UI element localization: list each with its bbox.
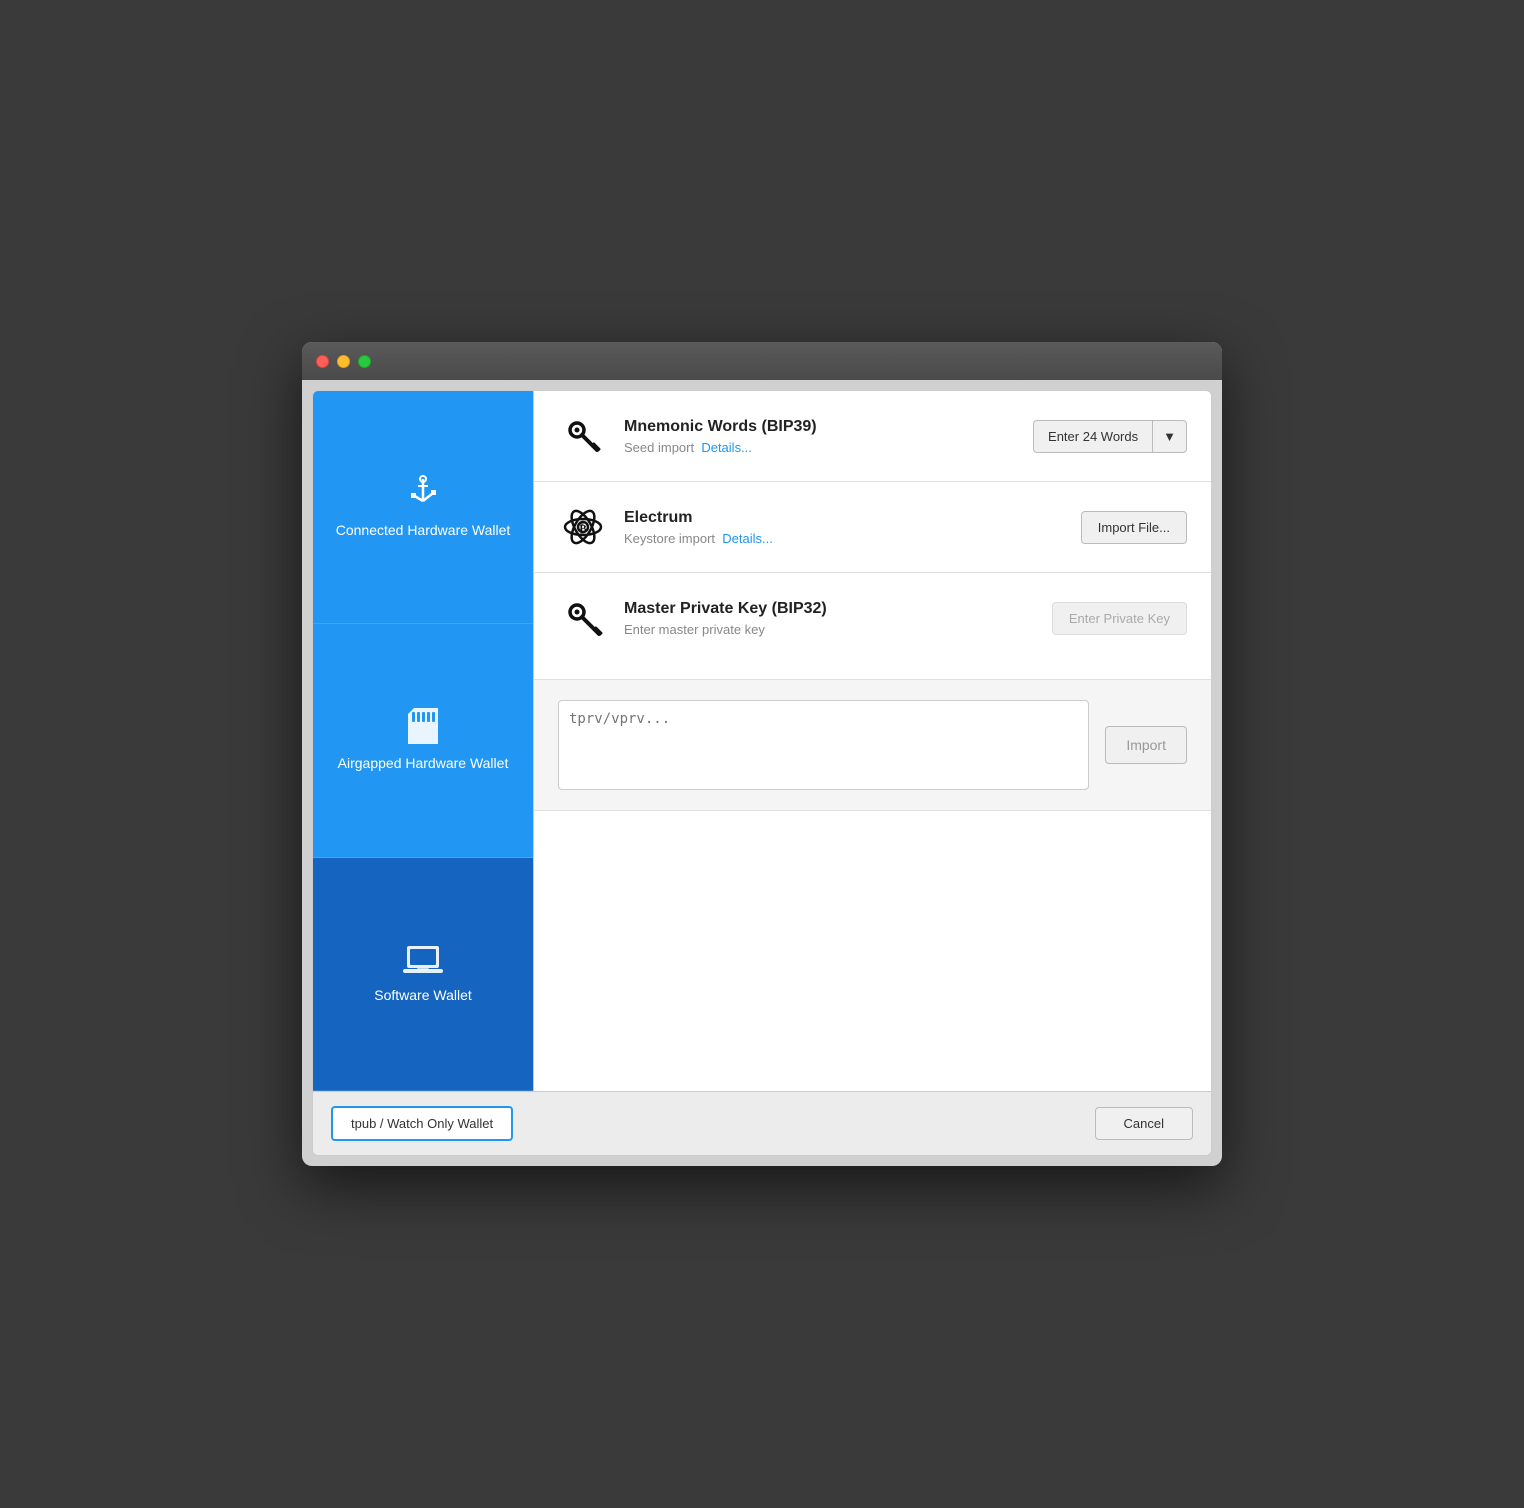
electrum-subtitle: Keystore import Details... <box>624 531 1065 546</box>
main-window: Connected Hardware Wallet <box>302 342 1222 1166</box>
mnemonic-text: Mnemonic Words (BIP39) Seed import Detai… <box>624 418 1017 455</box>
mnemonic-subtitle: Seed import Details... <box>624 440 1017 455</box>
cancel-button[interactable]: Cancel <box>1095 1107 1193 1140</box>
mnemonic-split-button: Enter 24 Words ▼ <box>1033 420 1187 453</box>
master-private-key-text: Master Private Key (BIP32) Enter master … <box>624 600 1036 637</box>
mnemonic-enter-button[interactable]: Enter 24 Words <box>1033 420 1152 453</box>
close-button[interactable] <box>316 355 329 368</box>
sidebar-item-airgapped-hardware[interactable]: Airgapped Hardware Wallet <box>313 624 533 857</box>
usb-icon <box>405 475 441 511</box>
sidebar-item-software-wallet-label: Software Wallet <box>374 986 472 1004</box>
maximize-button[interactable] <box>358 355 371 368</box>
dialog-body: Connected Hardware Wallet <box>313 391 1211 1091</box>
master-private-key-option-row: Master Private Key (BIP32) Enter master … <box>534 573 1211 811</box>
enter-private-key-button[interactable]: Enter Private Key <box>1052 602 1187 635</box>
mnemonic-dropdown-arrow[interactable]: ▼ <box>1152 420 1187 453</box>
electrum-option-row: ₿ Electrum Keystore import Details... Im… <box>534 482 1211 573</box>
sidebar-item-software-wallet[interactable]: Software Wallet <box>313 858 533 1091</box>
electrum-icon: ₿ <box>558 502 608 552</box>
private-key-expanded-area: Import <box>534 679 1211 810</box>
watch-only-button[interactable]: tpub / Watch Only Wallet <box>331 1106 513 1141</box>
electrum-actions: Import File... <box>1081 511 1187 544</box>
master-private-key-title: Master Private Key (BIP32) <box>624 600 1036 618</box>
mnemonic-details-link[interactable]: Details... <box>701 440 752 455</box>
electrum-text: Electrum Keystore import Details... <box>624 509 1065 546</box>
sidebar-item-connected-hardware-label: Connected Hardware Wallet <box>336 521 511 539</box>
titlebar <box>302 342 1222 380</box>
electrum-import-button[interactable]: Import File... <box>1081 511 1187 544</box>
sidebar: Connected Hardware Wallet <box>313 391 533 1091</box>
sidebar-item-connected-hardware[interactable]: Connected Hardware Wallet <box>313 391 533 624</box>
mnemonic-icon <box>558 411 608 461</box>
main-content: Mnemonic Words (BIP39) Seed import Detai… <box>533 391 1211 1091</box>
private-key-input[interactable] <box>558 700 1089 790</box>
electrum-title: Electrum <box>624 509 1065 527</box>
master-private-key-subtitle: Enter master private key <box>624 622 1036 637</box>
minimize-button[interactable] <box>337 355 350 368</box>
mnemonic-actions: Enter 24 Words ▼ <box>1033 420 1187 453</box>
master-private-key-inner: Master Private Key (BIP32) Enter master … <box>534 573 1211 663</box>
electrum-details-link[interactable]: Details... <box>722 531 773 546</box>
dialog-footer: tpub / Watch Only Wallet Cancel <box>313 1091 1211 1155</box>
svg-text:₿: ₿ <box>579 523 587 535</box>
laptop-icon <box>403 944 443 976</box>
master-key-icon <box>558 593 608 643</box>
sidebar-item-airgapped-hardware-label: Airgapped Hardware Wallet <box>338 754 509 772</box>
dialog: Connected Hardware Wallet <box>312 390 1212 1156</box>
sd-card-icon <box>408 708 438 744</box>
mnemonic-title: Mnemonic Words (BIP39) <box>624 418 1017 436</box>
master-private-key-actions: Enter Private Key <box>1052 602 1187 635</box>
mnemonic-option-row: Mnemonic Words (BIP39) Seed import Detai… <box>534 391 1211 482</box>
import-button[interactable]: Import <box>1105 726 1187 764</box>
